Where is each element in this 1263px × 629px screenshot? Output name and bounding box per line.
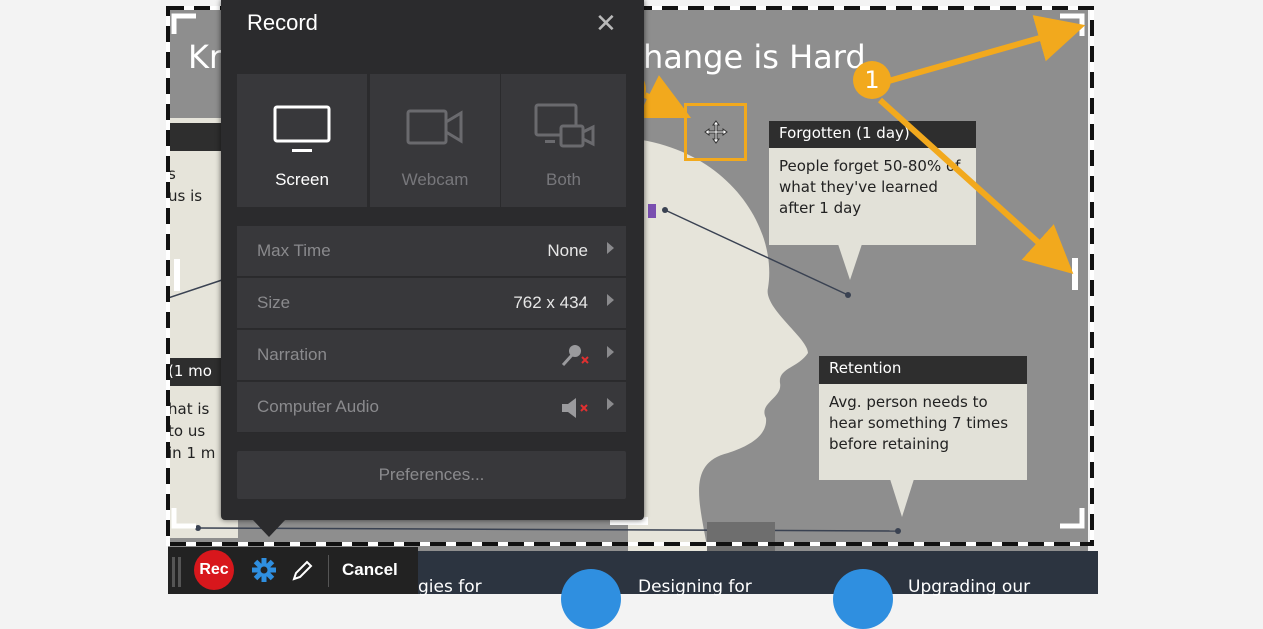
cancel-button[interactable]: Cancel [342, 560, 398, 580]
gear-icon[interactable] [251, 557, 277, 583]
setting-value: None [547, 241, 588, 260]
source-webcam-button[interactable]: Webcam [370, 74, 500, 207]
source-label: Both [546, 170, 581, 189]
drag-handle[interactable] [172, 557, 175, 587]
computer-audio-row[interactable]: Computer Audio [237, 382, 626, 433]
setting-label: Size [257, 293, 291, 312]
close-icon[interactable]: ✕ [595, 8, 617, 39]
panel-title: Record [247, 10, 318, 35]
chevron-right-icon [607, 242, 614, 254]
microphone-muted-icon [561, 345, 589, 367]
monitor-icon [273, 105, 331, 152]
bottom-nav-item[interactable]: Upgrading our [908, 577, 1030, 597]
record-panel: Record ✕ Screen Webcam Both Max Time Non… [221, 0, 644, 520]
drag-handle[interactable] [178, 557, 181, 587]
source-label: Webcam [401, 170, 469, 189]
source-both-button[interactable]: Both [501, 74, 626, 207]
setting-label: Narration [257, 345, 327, 364]
source-label: Screen [275, 170, 329, 189]
screen-and-camera-icon [534, 103, 595, 148]
bottom-nav-item[interactable]: Designing for [638, 577, 752, 597]
max-time-row[interactable]: Max Time None [237, 226, 626, 277]
toolbar-divider [328, 555, 329, 587]
camera-icon [406, 109, 463, 145]
source-screen-button[interactable]: Screen [237, 74, 367, 207]
panel-pointer [252, 519, 286, 537]
bottom-nav-item[interactable]: gies for [418, 577, 482, 597]
pencil-icon[interactable] [290, 559, 314, 583]
size-row[interactable]: Size 762 x 434 [237, 278, 626, 329]
setting-label: Computer Audio [257, 397, 379, 416]
speaker-muted-icon [562, 398, 588, 418]
annotation-badge-1: 1 [853, 61, 891, 99]
setting-label: Max Time [257, 241, 331, 260]
gear-group-icon [561, 569, 621, 629]
narration-row[interactable]: Narration [237, 330, 626, 381]
record-button[interactable]: Rec [194, 550, 234, 590]
chevron-right-icon [607, 294, 614, 306]
setting-value: 762 x 434 [513, 293, 588, 312]
chevron-right-icon [607, 398, 614, 410]
chevron-right-icon [607, 346, 614, 358]
preferences-button[interactable]: Preferences... [237, 451, 626, 499]
upgrade-icon [833, 569, 893, 629]
